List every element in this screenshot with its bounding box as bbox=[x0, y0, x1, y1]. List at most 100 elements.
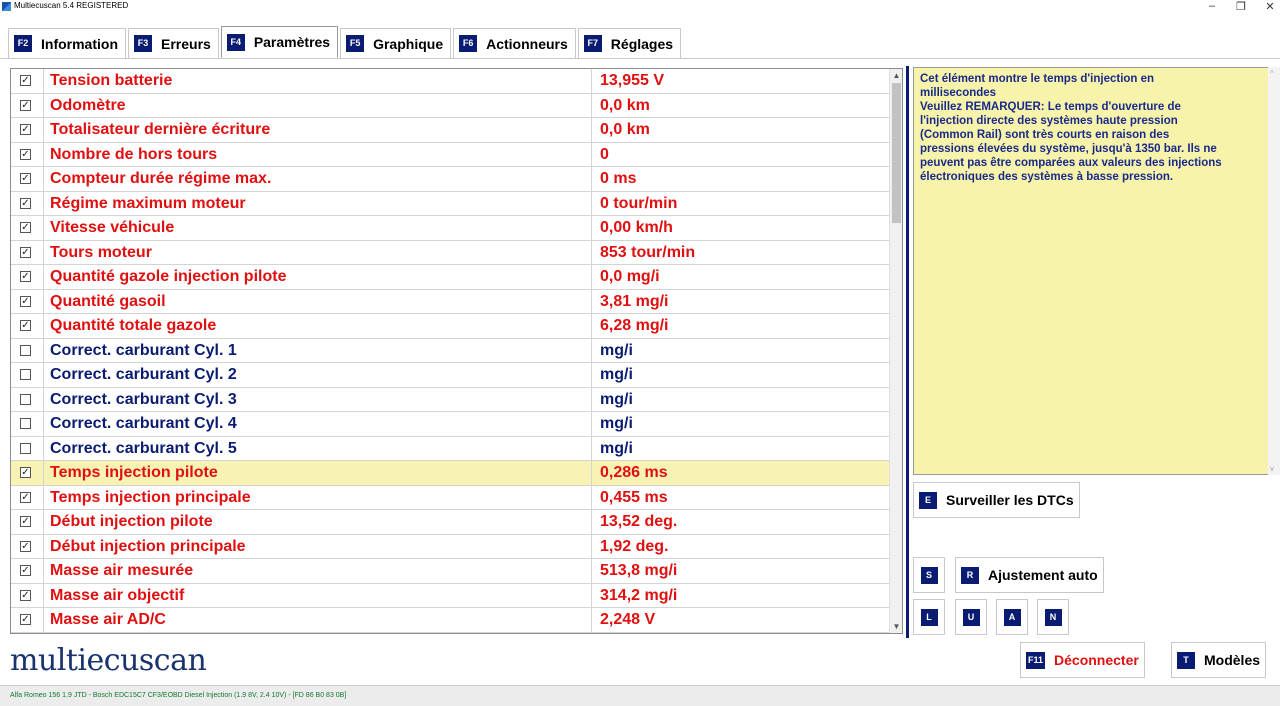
parameter-value: 0,0 km bbox=[600, 121, 650, 138]
row-checkbox[interactable]: ✓ bbox=[20, 565, 31, 576]
column-divider bbox=[591, 412, 592, 436]
column-divider bbox=[591, 485, 592, 509]
table-scrollbar[interactable]: ▲ ▼ bbox=[889, 69, 902, 633]
table-row[interactable]: ✓ Nombre de hors tours 0 bbox=[11, 142, 891, 167]
row-checkbox[interactable]: ✓ bbox=[20, 614, 31, 625]
table-row[interactable]: ✓ Temps injection principale 0,455 ms bbox=[11, 485, 891, 510]
minimize-button[interactable]: – bbox=[1202, 0, 1222, 12]
monitor-dtc-button[interactable]: E Surveiller les DTCs bbox=[913, 482, 1080, 518]
column-divider bbox=[591, 314, 592, 338]
table-row[interactable]: ✓ Odomètre 0,0 km bbox=[11, 93, 891, 118]
disconnect-button[interactable]: F11 Déconnecter bbox=[1020, 642, 1145, 678]
row-checkbox[interactable]: ✓ bbox=[20, 99, 31, 111]
table-row[interactable]: Correct. carburant Cyl. 2 mg/i bbox=[11, 363, 891, 388]
tab-graphique[interactable]: F5 Graphique bbox=[340, 28, 452, 58]
table-row[interactable]: ✓ Masse air mesurée 513,8 mg/i bbox=[11, 559, 891, 584]
tab-erreurs[interactable]: F3 Erreurs bbox=[128, 28, 219, 58]
column-divider bbox=[591, 289, 592, 313]
column-divider bbox=[591, 534, 592, 558]
column-divider bbox=[43, 167, 44, 191]
row-checkbox[interactable] bbox=[20, 344, 31, 356]
tab-strip: F2 Information F3 Erreurs F4 Paramètres … bbox=[8, 26, 683, 59]
scroll-up-icon[interactable]: ^ bbox=[1270, 69, 1274, 78]
row-checkbox[interactable]: ✓ bbox=[20, 516, 31, 527]
table-row[interactable]: ✓ Masse air objectif 314,2 mg/i bbox=[11, 583, 891, 608]
row-checkbox[interactable]: ✓ bbox=[20, 320, 31, 331]
row-checkbox[interactable]: ✓ bbox=[20, 491, 31, 503]
column-divider bbox=[43, 191, 44, 215]
row-checkbox[interactable]: ✓ bbox=[20, 124, 31, 135]
close-button[interactable]: ✕ bbox=[1260, 0, 1280, 13]
row-checkbox[interactable] bbox=[20, 369, 31, 380]
table-row[interactable]: Correct. carburant Cyl. 5 mg/i bbox=[11, 436, 891, 461]
panel-divider[interactable] bbox=[906, 66, 909, 638]
parameter-table[interactable]: ✓ Masse air AD/C 2,248 V ✓ Masse air objecti… bbox=[10, 68, 903, 634]
column-divider bbox=[43, 534, 44, 558]
tab-label: Paramètres bbox=[253, 34, 331, 50]
tab-actionneurs[interactable]: F6 Actionneurs bbox=[453, 28, 576, 58]
table-row[interactable]: Correct. carburant Cyl. 1 mg/i bbox=[11, 338, 891, 363]
row-checkbox[interactable] bbox=[20, 442, 31, 454]
column-divider bbox=[43, 608, 44, 632]
row-checkbox[interactable] bbox=[20, 393, 31, 405]
column-divider bbox=[591, 142, 592, 166]
column-divider bbox=[591, 338, 592, 362]
row-checkbox[interactable]: ✓ bbox=[20, 540, 31, 552]
a-button[interactable]: A bbox=[996, 599, 1028, 635]
scroll-up-icon[interactable]: ▲ bbox=[890, 69, 902, 82]
scroll-down-icon[interactable]: ▼ bbox=[890, 620, 902, 633]
table-row[interactable]: ✓ Régime maximum moteur 0 tour/min bbox=[11, 191, 891, 216]
row-checkbox[interactable]: ✓ bbox=[20, 75, 31, 86]
parameter-name: Correct. carburant Cyl. 4 bbox=[50, 415, 237, 432]
row-checkbox[interactable]: ✓ bbox=[20, 148, 31, 160]
row-checkbox[interactable] bbox=[20, 418, 31, 429]
table-row[interactable]: ✓ Tension batterie 13,955 V bbox=[11, 69, 891, 94]
row-checkbox[interactable]: ✓ bbox=[20, 295, 31, 307]
parameter-value: 853 tour/min bbox=[600, 243, 696, 261]
column-divider bbox=[43, 583, 44, 607]
n-button[interactable]: N bbox=[1037, 599, 1069, 635]
description-scrollbar[interactable]: ^ v bbox=[1268, 67, 1280, 475]
parameter-name: Vitesse véhicule bbox=[50, 219, 175, 236]
row-checkbox[interactable]: ✓ bbox=[20, 173, 31, 184]
table-row[interactable]: ✓ Quantité gasoil 3,81 mg/i bbox=[11, 289, 891, 314]
parameter-value: 0,286 ms bbox=[600, 464, 668, 481]
row-checkbox[interactable]: ✓ bbox=[20, 222, 31, 233]
scroll-thumb[interactable] bbox=[892, 83, 901, 223]
tab-parametres[interactable]: F4 Paramètres bbox=[220, 26, 339, 58]
tab-reglages[interactable]: F7 Réglages bbox=[577, 28, 682, 58]
column-divider bbox=[43, 314, 44, 338]
tab-information[interactable]: F2 Information bbox=[8, 28, 126, 58]
table-row[interactable]: ✓ Totalisateur dernière écriture 0,0 km bbox=[11, 118, 891, 143]
table-row[interactable]: ✓ Masse air AD/C 2,248 V bbox=[11, 608, 891, 633]
row-checkbox[interactable]: ✓ bbox=[20, 271, 31, 282]
auto-adjust-button[interactable]: R Ajustement auto bbox=[955, 557, 1104, 593]
column-divider bbox=[43, 216, 44, 240]
table-row[interactable]: ✓ Tours moteur 853 tour/min bbox=[11, 240, 891, 265]
row-checkbox[interactable]: ✓ bbox=[20, 197, 31, 209]
restore-button[interactable]: ❐ bbox=[1231, 0, 1251, 13]
table-row[interactable]: Correct. carburant Cyl. 4 mg/i bbox=[11, 412, 891, 437]
table-row[interactable]: ✓ Quantité gazole injection pilote 0,0 mg/… bbox=[11, 265, 891, 290]
row-checkbox[interactable]: ✓ bbox=[20, 246, 31, 258]
s-button[interactable]: S bbox=[913, 557, 945, 593]
table-row[interactable]: ✓ Début injection pilote 13,52 deg. bbox=[11, 510, 891, 535]
column-divider bbox=[591, 69, 592, 93]
column-divider bbox=[43, 559, 44, 583]
button-label: Surveiller les DTCs bbox=[946, 492, 1074, 508]
scroll-down-icon[interactable]: v bbox=[1270, 464, 1274, 473]
f2-key-icon: F2 bbox=[14, 35, 32, 52]
models-button[interactable]: T Modèles bbox=[1171, 642, 1267, 678]
table-row[interactable]: ✓ Temps injection pilote 0,286 ms bbox=[11, 461, 891, 486]
table-row[interactable]: ✓ Compteur durée régime max. 0 ms bbox=[11, 167, 891, 192]
table-row[interactable]: ✓ Quantité totale gazole 6,28 mg/i bbox=[11, 314, 891, 339]
table-row[interactable]: ✓ Début injection principale 1,92 deg. bbox=[11, 534, 891, 559]
parameter-value: 0,455 ms bbox=[600, 488, 668, 506]
table-row[interactable]: Correct. carburant Cyl. 3 mg/i bbox=[11, 387, 891, 412]
table-row[interactable]: ✓ Vitesse véhicule 0,00 km/h bbox=[11, 216, 891, 241]
row-checkbox[interactable]: ✓ bbox=[20, 467, 31, 478]
u-button[interactable]: U bbox=[955, 599, 987, 635]
l-button[interactable]: L bbox=[913, 599, 945, 635]
app-icon bbox=[2, 2, 11, 11]
row-checkbox[interactable]: ✓ bbox=[20, 589, 31, 601]
